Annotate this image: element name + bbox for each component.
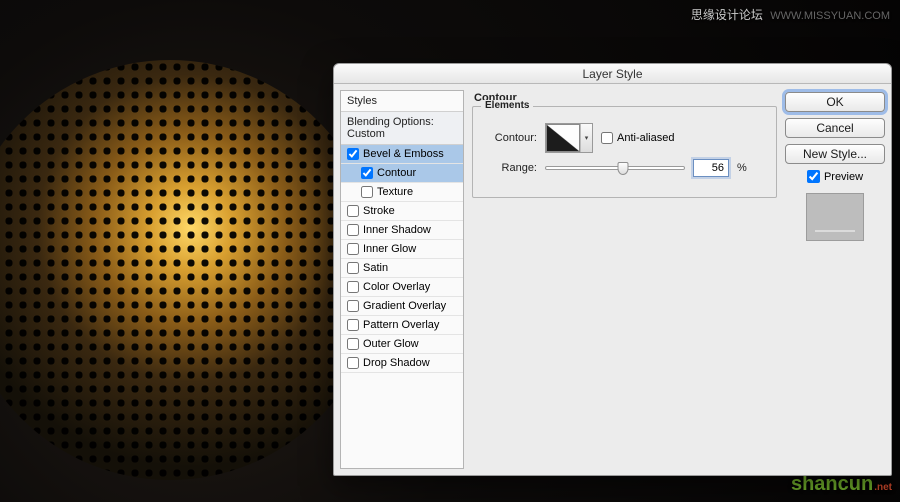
style-item-checkbox[interactable] [361, 167, 373, 179]
style-item-inner-shadow[interactable]: Inner Shadow [341, 221, 463, 240]
style-item-stroke[interactable]: Stroke [341, 202, 463, 221]
style-item-label: Outer Glow [363, 338, 419, 350]
style-item-label: Stroke [363, 205, 395, 217]
style-item-checkbox[interactable] [347, 319, 359, 331]
contour-preview-swatch [546, 124, 580, 152]
style-item-label: Color Overlay [363, 281, 430, 293]
dialog-buttons-panel: OK Cancel New Style... Preview [785, 90, 885, 469]
watermark-url: WWW.MISSYUAN.COM [770, 10, 890, 22]
style-item-color-overlay[interactable]: Color Overlay [341, 278, 463, 297]
style-item-gradient-overlay[interactable]: Gradient Overlay [341, 297, 463, 316]
style-item-checkbox[interactable] [347, 338, 359, 350]
background-speaker-art [0, 60, 380, 480]
style-item-contour[interactable]: Contour [341, 164, 463, 183]
elements-fieldset: Elements Contour: ▾ Anti-aliased Range: [472, 106, 777, 198]
layer-style-dialog: Layer Style Styles Blending Options: Cus… [333, 63, 892, 476]
styles-header[interactable]: Styles [341, 91, 463, 112]
style-item-label: Drop Shadow [363, 357, 430, 369]
style-item-checkbox[interactable] [347, 262, 359, 274]
anti-aliased-checkbox[interactable]: Anti-aliased [601, 132, 674, 144]
anti-aliased-input[interactable] [601, 132, 613, 144]
dialog-body: Styles Blending Options: Custom Bevel & … [334, 84, 891, 475]
logo-text: shancun [791, 473, 873, 495]
ok-button[interactable]: OK [785, 92, 885, 112]
style-item-checkbox[interactable] [347, 148, 359, 160]
style-item-checkbox[interactable] [347, 281, 359, 293]
style-item-label: Bevel & Emboss [363, 148, 444, 160]
preview-swatch [806, 193, 864, 241]
style-item-checkbox[interactable] [361, 186, 373, 198]
range-label: Range: [483, 162, 537, 174]
logo-domain: .net [874, 482, 892, 493]
chevron-down-icon[interactable]: ▾ [580, 124, 592, 152]
new-style-button[interactable]: New Style... [785, 144, 885, 164]
cancel-button[interactable]: Cancel [785, 118, 885, 138]
style-item-outer-glow[interactable]: Outer Glow [341, 335, 463, 354]
style-item-checkbox[interactable] [347, 224, 359, 236]
style-item-checkbox[interactable] [347, 205, 359, 217]
style-item-texture[interactable]: Texture [341, 183, 463, 202]
style-item-label: Pattern Overlay [363, 319, 439, 331]
preview-label: Preview [824, 171, 863, 183]
style-item-label: Gradient Overlay [363, 300, 446, 312]
preview-checkbox[interactable]: Preview [785, 170, 885, 183]
style-item-label: Satin [363, 262, 388, 274]
fieldset-legend: Elements [481, 100, 533, 111]
style-item-label: Inner Glow [363, 243, 416, 255]
anti-aliased-label: Anti-aliased [617, 132, 674, 144]
contour-picker[interactable]: ▾ [545, 123, 593, 153]
watermark-text: 思缘设计论坛 [691, 8, 763, 22]
range-percent: % [737, 162, 747, 174]
style-item-label: Contour [377, 167, 416, 179]
contour-label: Contour: [483, 132, 537, 144]
preview-input[interactable] [807, 170, 820, 183]
blending-options-header[interactable]: Blending Options: Custom [341, 112, 463, 145]
range-slider[interactable] [545, 166, 685, 170]
range-slider-thumb[interactable] [618, 162, 629, 175]
style-item-drop-shadow[interactable]: Drop Shadow [341, 354, 463, 373]
contour-settings-panel: Contour Elements Contour: ▾ Anti-aliased… [470, 90, 779, 469]
style-item-checkbox[interactable] [347, 300, 359, 312]
style-item-bevel-emboss[interactable]: Bevel & Emboss [341, 145, 463, 164]
style-item-label: Texture [377, 186, 413, 198]
style-item-checkbox[interactable] [347, 243, 359, 255]
style-item-inner-glow[interactable]: Inner Glow [341, 240, 463, 259]
range-input[interactable] [693, 159, 729, 177]
logo-watermark: shancun.net [791, 473, 892, 496]
styles-list-panel: Styles Blending Options: Custom Bevel & … [340, 90, 464, 469]
style-item-label: Inner Shadow [363, 224, 431, 236]
style-item-pattern-overlay[interactable]: Pattern Overlay [341, 316, 463, 335]
style-item-satin[interactable]: Satin [341, 259, 463, 278]
page-watermark: 思缘设计论坛 WWW.MISSYUAN.COM [691, 6, 890, 23]
dialog-title: Layer Style [334, 64, 891, 84]
style-item-checkbox[interactable] [347, 357, 359, 369]
